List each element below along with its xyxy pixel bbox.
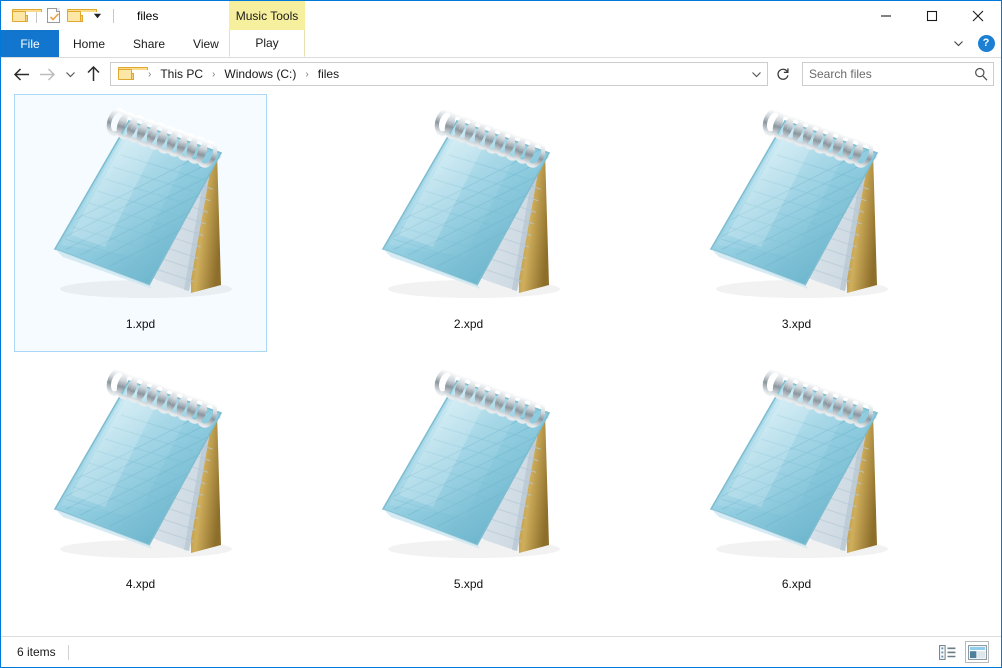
item-count-label: 6 items: [17, 645, 56, 659]
tab-home[interactable]: Home: [59, 30, 119, 57]
forward-button[interactable]: [34, 61, 60, 87]
tab-share[interactable]: Share: [119, 30, 179, 57]
refresh-button[interactable]: [770, 61, 796, 87]
breadcrumb-item-files[interactable]: files: [316, 67, 341, 81]
notepad-icon: [709, 368, 888, 558]
file-name-label: 4.xpd: [125, 577, 156, 591]
back-button[interactable]: [8, 61, 34, 87]
breadcrumb[interactable]: › This PC › Windows (C:) › files: [110, 62, 768, 86]
breadcrumb-item-this-pc[interactable]: This PC: [158, 67, 205, 81]
up-button[interactable]: [80, 61, 106, 87]
checkmark-icon: [49, 13, 59, 21]
file-name-label: 3.xpd: [781, 317, 812, 331]
window-controls: [863, 1, 1001, 30]
help-button[interactable]: ?: [975, 33, 997, 55]
file-name-label: 6.xpd: [781, 577, 812, 591]
file-item[interactable]: 5.xpd: [342, 354, 595, 612]
file-icon-wrap: [692, 359, 902, 573]
file-item[interactable]: 1.xpd: [14, 94, 267, 352]
details-view-icon[interactable]: [935, 641, 959, 663]
file-icon-wrap: [364, 99, 574, 313]
notepad-icon: [53, 368, 232, 558]
file-icon-wrap: [692, 99, 902, 313]
file-icon-wrap: [36, 99, 246, 313]
maximize-button[interactable]: [909, 1, 955, 30]
breadcrumb-separator-0[interactable]: ›: [141, 69, 158, 80]
customize-dropdown-icon[interactable]: [86, 5, 108, 27]
file-grid: 1.xpd 2.xpd 3.xpd 4.xpd 5.xpd 6.xpd: [1, 94, 1001, 614]
properties-icon[interactable]: [42, 5, 64, 27]
breadcrumb-separator-1[interactable]: ›: [205, 69, 222, 80]
notepad-icon: [381, 108, 560, 298]
quick-access-toolbar: [1, 1, 119, 30]
contextual-tools-header: Music Tools: [229, 1, 305, 30]
file-icon-wrap: [364, 359, 574, 573]
file-name-label: 2.xpd: [453, 317, 484, 331]
large-icons-view-icon[interactable]: [965, 641, 989, 663]
tab-play[interactable]: Play: [229, 30, 305, 57]
file-item[interactable]: 4.xpd: [14, 354, 267, 612]
file-item[interactable]: 3.xpd: [670, 94, 923, 352]
file-name-label: 1.xpd: [125, 317, 156, 331]
breadcrumb-item-windows-c[interactable]: Windows (C:): [222, 67, 298, 81]
folder-icon[interactable]: [64, 5, 97, 27]
expand-ribbon-chevron-down-icon[interactable]: [947, 33, 969, 55]
notepad-icon: [381, 368, 560, 558]
tab-view[interactable]: View: [179, 30, 233, 57]
qat-separator-2: [113, 8, 114, 23]
notepad-icon: [709, 108, 888, 298]
minimize-button[interactable]: [863, 1, 909, 30]
status-bar: 6 items: [1, 636, 1001, 667]
title-bar: Music Tools files: [1, 1, 1001, 30]
new-folder-icon[interactable]: [9, 5, 42, 27]
breadcrumb-folder-icon: [118, 67, 148, 81]
ribbon-right-controls: ?: [947, 30, 997, 57]
file-item[interactable]: 6.xpd: [670, 354, 923, 612]
breadcrumb-separator-2[interactable]: ›: [298, 69, 315, 80]
address-bar: › This PC › Windows (C:) › files: [1, 58, 1001, 90]
tab-file[interactable]: File: [1, 30, 59, 57]
window-title: files: [137, 8, 159, 23]
status-separator: [67, 644, 69, 660]
search-box[interactable]: [802, 62, 994, 86]
help-icon: ?: [977, 35, 995, 52]
close-button[interactable]: [955, 1, 1001, 30]
breadcrumb-dropdown-chevron-down-icon[interactable]: [745, 63, 767, 85]
file-list-view[interactable]: 1.xpd 2.xpd 3.xpd 4.xpd 5.xpd 6.xpd: [1, 90, 1001, 636]
search-icon[interactable]: [969, 67, 993, 81]
file-icon-wrap: [36, 359, 246, 573]
search-input[interactable]: [803, 67, 970, 81]
file-item[interactable]: 2.xpd: [342, 94, 595, 352]
recent-locations-chevron-down-icon[interactable]: [60, 61, 80, 87]
notepad-icon: [53, 108, 232, 298]
ribbon-tab-bar: File Home Share View Play ?: [1, 30, 1001, 58]
file-name-label: 5.xpd: [453, 577, 484, 591]
file-explorer-window: Music Tools files File Home Share View P…: [0, 0, 1002, 668]
view-mode-buttons: [935, 641, 995, 663]
